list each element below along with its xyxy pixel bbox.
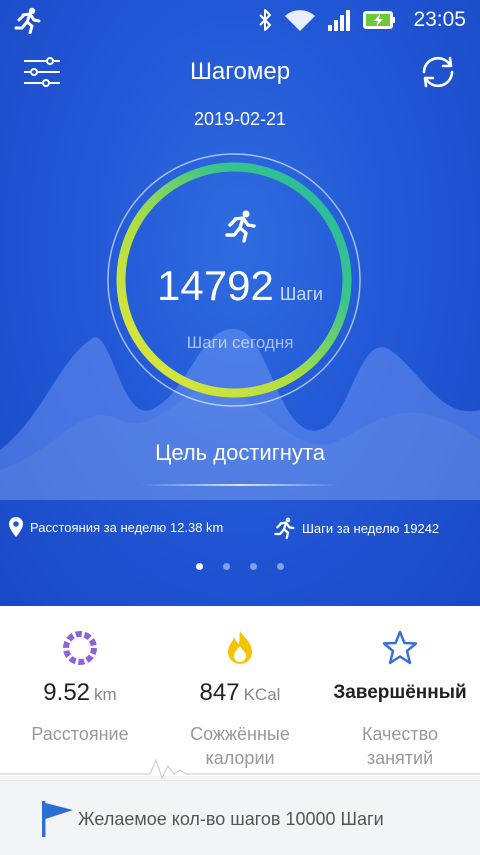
status-bar: 23:05	[0, 0, 480, 40]
page-dot-3[interactable]	[250, 563, 257, 570]
steps-today-label: Шаги сегодня	[186, 333, 294, 352]
distance-value: 9.52	[43, 679, 91, 706]
page-dot-4[interactable]	[277, 563, 284, 570]
weekly-steps: Шаги за неделю 19242	[272, 516, 439, 540]
stats-panel: 9.52 km Расстояние 847 KCal Сожжённые калор…	[0, 606, 480, 776]
steps-unit: Шаги	[279, 284, 323, 304]
distance-icon	[63, 631, 97, 665]
hero-panel: 23:05 Шагомер 2019-02-21 14792 Шаги Шаги…	[0, 0, 480, 606]
wifi-icon	[285, 10, 316, 31]
running-man-icon	[14, 7, 41, 34]
weekly-distance: Расстояния за неделю 12.38 km	[8, 516, 223, 538]
stat-distance[interactable]: 9.52 km Расстояние	[0, 606, 160, 746]
page-dot-2[interactable]	[223, 563, 230, 570]
calories-value: 847	[199, 679, 240, 706]
steps-counter: 14792 Шаги	[0, 262, 480, 310]
flag-icon	[42, 801, 73, 837]
bluetooth-icon	[259, 9, 272, 31]
pulse-divider	[0, 758, 480, 780]
weekly-distance-text: Расстояния за неделю 12.38 km	[30, 519, 224, 535]
calories-label-line1: Сожжённые	[190, 724, 290, 744]
running-man-icon	[274, 517, 295, 540]
star-icon	[382, 630, 418, 665]
location-pin-icon	[9, 517, 23, 537]
battery-charging-icon	[363, 11, 396, 29]
distance-label: Расстояние	[31, 724, 129, 744]
quality-label-line1: Качество	[361, 724, 439, 744]
calories-value-row: 847 KCal	[160, 678, 320, 708]
app-bar: Шагомер	[0, 44, 480, 100]
date-label: 2019-02-21	[193, 109, 287, 129]
calories-unit: KCal	[243, 685, 281, 704]
goal-setting-text: Желаемое кол-во шагов 10000 Шаги	[78, 809, 384, 829]
page-dot-1[interactable]	[196, 563, 203, 570]
goal-status: Цель достигнута	[155, 440, 325, 465]
running-man-icon	[225, 210, 256, 243]
sync-icon[interactable]	[416, 50, 460, 94]
steps-value: 14792	[157, 262, 274, 309]
clock: 23:05	[413, 8, 466, 31]
goal-setting-bar[interactable]: Желаемое кол-во шагов 10000 Шаги	[0, 780, 480, 855]
page-title: Шагомер	[189, 58, 291, 85]
stat-quality[interactable]: Завершённый Качество занятий	[320, 606, 480, 770]
stat-calories[interactable]: 847 KCal Сожжённые калории	[160, 606, 320, 770]
page-indicator	[0, 563, 480, 570]
signal-icon	[328, 10, 351, 31]
weekly-steps-text: Шаги за неделю 19242	[302, 520, 440, 536]
distance-unit: km	[94, 685, 117, 704]
divider	[140, 484, 340, 486]
status-icons: 23:05	[257, 6, 466, 34]
flame-icon	[228, 631, 252, 664]
distance-value-row: 9.52 km	[0, 678, 160, 708]
quality-value: Завершённый	[333, 682, 467, 703]
